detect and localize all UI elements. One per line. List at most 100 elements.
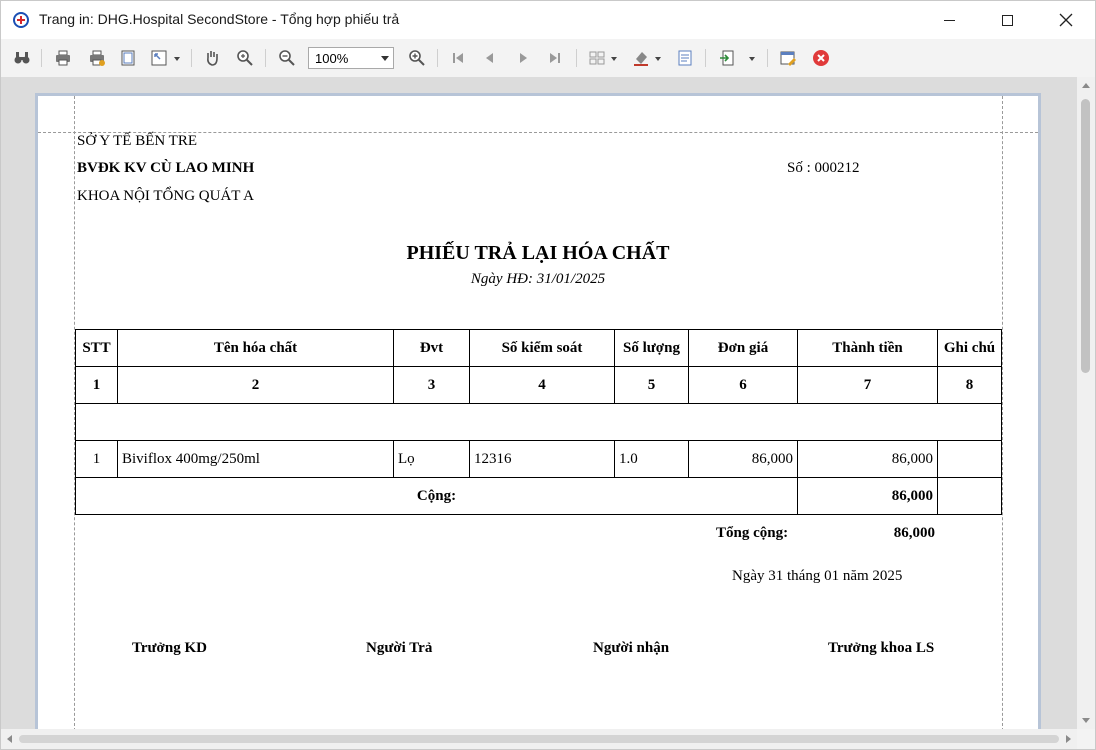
edit-settings-icon bbox=[780, 51, 796, 66]
quick-print-button[interactable] bbox=[87, 48, 107, 68]
title-bar: Trang in: DHG.Hospital SecondStore - Tổn… bbox=[1, 1, 1095, 39]
page-setup-icon bbox=[121, 50, 135, 66]
column-header: Số kiểm soát bbox=[469, 329, 615, 367]
last-page-icon bbox=[550, 53, 560, 63]
vertical-scroll-thumb[interactable] bbox=[1081, 99, 1090, 373]
find-icon bbox=[14, 52, 30, 64]
hand-tool-icon bbox=[207, 51, 218, 66]
last-page-button[interactable] bbox=[545, 48, 565, 68]
hand-tool-button[interactable] bbox=[202, 48, 222, 68]
column-index: 4 bbox=[469, 366, 615, 404]
page-setup-button[interactable] bbox=[118, 48, 138, 68]
scroll-up-icon[interactable] bbox=[1082, 83, 1090, 88]
scroll-down-icon[interactable] bbox=[1082, 718, 1090, 723]
next-page-icon bbox=[520, 53, 527, 63]
magnifier-button[interactable] bbox=[235, 48, 255, 68]
magnifier-icon bbox=[237, 50, 253, 66]
signature-title: Người nhận bbox=[593, 640, 670, 656]
column-header: Ghi chú bbox=[937, 329, 1002, 367]
window-title: Trang in: DHG.Hospital SecondStore - Tổn… bbox=[39, 11, 400, 27]
export-icon bbox=[720, 50, 734, 66]
signature-title: Trưởng khoa LS bbox=[828, 640, 935, 656]
cell-stt: 1 bbox=[75, 440, 118, 478]
zoom-value: 100% bbox=[315, 51, 349, 66]
next-page-button[interactable] bbox=[513, 48, 533, 68]
document-date: Ngày HĐ: 31/01/2025 bbox=[470, 271, 606, 287]
column-header: STT bbox=[75, 329, 118, 367]
preview-toolbar: 100% bbox=[1, 39, 1095, 77]
column-header: Tên hóa chất bbox=[117, 329, 394, 367]
minimize-button[interactable] bbox=[926, 1, 972, 39]
maximize-icon bbox=[1001, 14, 1013, 26]
zoom-out-button[interactable] bbox=[277, 48, 297, 68]
watermark-button[interactable] bbox=[675, 48, 695, 68]
group-spacer-row bbox=[75, 403, 1002, 441]
edit-settings-button[interactable] bbox=[778, 48, 798, 68]
scale-icon bbox=[151, 50, 167, 66]
vertical-scrollbar[interactable] bbox=[1077, 77, 1095, 729]
quick-print-icon bbox=[90, 50, 105, 66]
table-row: 1 Biviflox 400mg/250ml Lọ 12316 1.0 86,0… bbox=[75, 440, 1002, 478]
find-button[interactable] bbox=[12, 48, 32, 68]
department-name: KHOA NỘI TỔNG QUÁT A bbox=[77, 188, 254, 204]
column-index: 5 bbox=[614, 366, 689, 404]
column-header: Số lượng bbox=[614, 329, 689, 367]
close-preview-icon bbox=[813, 50, 829, 66]
multiple-pages-icon bbox=[589, 51, 605, 65]
grand-total-value: 86,000 bbox=[893, 525, 935, 541]
horizontal-scroll-thumb[interactable] bbox=[19, 735, 1059, 743]
background-color-button[interactable] bbox=[631, 48, 651, 68]
multiple-pages-button[interactable] bbox=[587, 48, 607, 68]
column-index: 1 bbox=[75, 366, 118, 404]
column-index: 6 bbox=[688, 366, 798, 404]
subtotal-value: 86,000 bbox=[797, 477, 938, 515]
column-index: 7 bbox=[797, 366, 938, 404]
horizontal-scrollbar[interactable] bbox=[1, 729, 1077, 749]
print-icon bbox=[56, 50, 70, 66]
cell-unit: Lọ bbox=[393, 440, 470, 478]
column-header: Đvt bbox=[393, 329, 470, 367]
zoom-out-icon bbox=[279, 50, 295, 66]
watermark-icon bbox=[678, 50, 692, 66]
export-dropdown-icon[interactable] bbox=[749, 57, 755, 61]
cell-quantity: 1.0 bbox=[614, 440, 689, 478]
previous-page-icon bbox=[486, 53, 493, 63]
background-color-dropdown-icon[interactable] bbox=[655, 57, 661, 61]
zoom-in-button[interactable] bbox=[407, 48, 427, 68]
close-preview-button[interactable] bbox=[811, 48, 831, 68]
cell-control-number: 12316 bbox=[469, 440, 615, 478]
items-table: STT Tên hóa chất Đvt Số kiểm soát Số lượ… bbox=[75, 329, 1002, 515]
scroll-right-icon[interactable] bbox=[1066, 735, 1071, 743]
column-header: Đơn giá bbox=[688, 329, 798, 367]
zoom-select[interactable]: 100% bbox=[308, 47, 394, 69]
first-page-button[interactable] bbox=[448, 48, 468, 68]
column-header: Thành tiền bbox=[797, 329, 938, 367]
multiple-pages-dropdown-icon[interactable] bbox=[611, 57, 617, 61]
minimize-icon bbox=[943, 19, 955, 21]
close-icon bbox=[1059, 13, 1073, 27]
print-button[interactable] bbox=[53, 48, 73, 68]
zoom-in-icon bbox=[409, 50, 425, 66]
first-page-icon bbox=[453, 53, 463, 63]
maximize-button[interactable] bbox=[984, 1, 1030, 39]
previous-page-button[interactable] bbox=[480, 48, 500, 68]
preview-area[interactable]: SỞ Y TẾ BẾN TRE BVĐK KV CÙ LAO MINH Số :… bbox=[1, 77, 1077, 729]
background-color-icon bbox=[634, 52, 648, 66]
print-preview-window: Trang in: DHG.Hospital SecondStore - Tổn… bbox=[0, 0, 1096, 750]
scale-dropdown-icon[interactable] bbox=[174, 57, 180, 61]
column-index-row: 1 2 3 4 5 6 7 8 bbox=[75, 366, 1002, 404]
app-icon bbox=[13, 12, 29, 28]
signature-title: Trưởng KD bbox=[132, 640, 207, 656]
scroll-left-icon[interactable] bbox=[7, 735, 12, 743]
close-window-button[interactable] bbox=[1043, 1, 1089, 39]
chevron-down-icon bbox=[381, 56, 389, 61]
signature-title: Người Trả bbox=[366, 640, 433, 656]
hospital-name: BVĐK KV CÙ LAO MINH bbox=[77, 160, 255, 176]
cell-amount: 86,000 bbox=[797, 440, 938, 478]
margin-guide bbox=[1002, 96, 1003, 729]
signature-date: Ngày 31 tháng 01 năm 2025 bbox=[732, 568, 903, 584]
export-button[interactable] bbox=[717, 48, 737, 68]
subtotal-label: Cộng: bbox=[75, 477, 798, 515]
cell-name: Biviflox 400mg/250ml bbox=[117, 440, 394, 478]
scale-button[interactable] bbox=[149, 48, 169, 68]
